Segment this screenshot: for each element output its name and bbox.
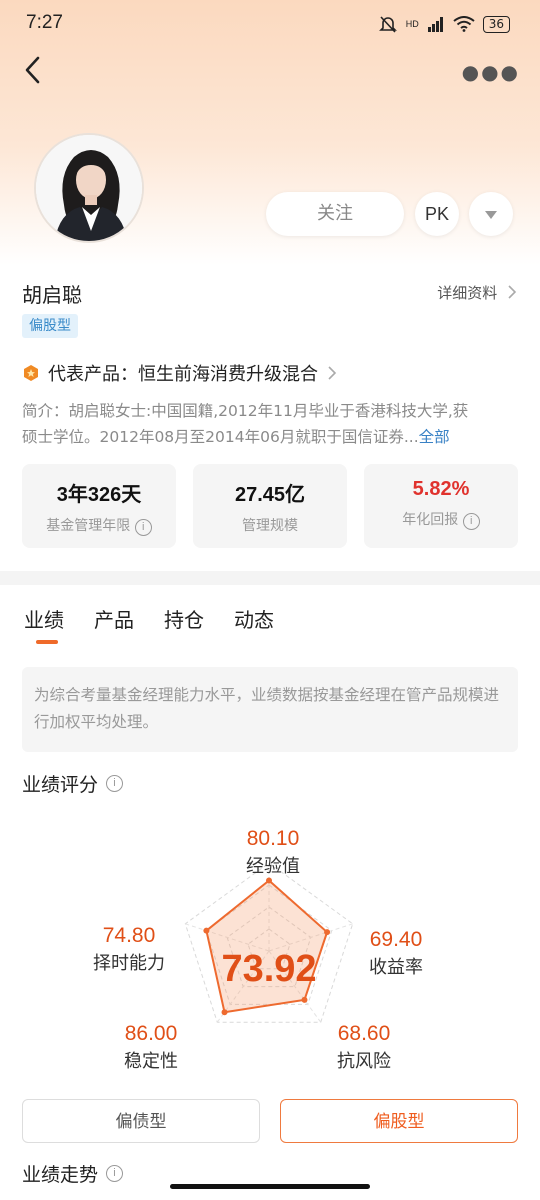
- weighting-note: 为综合考量基金经理能力水平，业绩数据按基金经理在管产品规模进行加权平均处理。: [22, 667, 518, 752]
- info-icon[interactable]: i: [106, 775, 124, 792]
- debt-type-button[interactable]: 偏债型: [22, 1099, 260, 1143]
- radar-dim-label-stability: 86.00 稳定性: [124, 1022, 178, 1072]
- back-arrow-icon[interactable]: [16, 52, 52, 88]
- radar-dim-label-risk: 68.60 抗风险: [337, 1022, 391, 1072]
- radar-dim-label-return: 69.40 收益率: [369, 928, 423, 978]
- manager-intro: 简介：胡启聪女士:中国国籍,2012年11月毕业于香港科技大学,获 硕士学位。2…: [22, 398, 522, 450]
- more-options-icon[interactable]: ●●●: [462, 60, 520, 84]
- stat-card-tenure: 3年326天 基金管理年限 i: [22, 464, 176, 548]
- chevron-right-icon: [328, 366, 337, 380]
- dim-label: 择时能力: [93, 953, 165, 974]
- dim-value: 68.60: [338, 1022, 391, 1045]
- radar-dim-label-timing: 74.80 择时能力: [93, 924, 165, 974]
- tab-holdings[interactable]: 持仓: [164, 604, 204, 633]
- radar-point: [301, 996, 308, 1003]
- dim-label: 经验值: [246, 856, 300, 877]
- status-time: 7:27: [26, 12, 63, 33]
- tab-products[interactable]: 产品: [94, 604, 134, 633]
- stat-card-aum: 27.45亿 管理规模: [193, 464, 347, 548]
- status-bar: 7:27 HD 36: [0, 0, 540, 48]
- intro-line-2: 硕士学位。2012年08月至2014年06月就职于国信证券...: [22, 428, 419, 446]
- section-divider: [0, 571, 540, 585]
- status-icons: HD 36: [378, 14, 510, 34]
- stat-value: 5.82%: [412, 478, 470, 500]
- trend-title-label: 业绩走势: [22, 1164, 99, 1186]
- dim-value: 86.00: [125, 1022, 178, 1045]
- rep-product-prefix: 代表产品：: [48, 364, 138, 385]
- follow-button[interactable]: 关注: [266, 192, 404, 236]
- radar-point: [266, 877, 272, 884]
- manager-name: 胡启聪: [22, 283, 82, 307]
- chevron-down-icon: [485, 211, 497, 219]
- equity-type-button[interactable]: 偏股型: [280, 1099, 518, 1143]
- stat-card-return: 5.82% 年化回报 i: [364, 464, 518, 548]
- stat-label: 基金管理年限: [46, 518, 131, 534]
- dim-value: 80.10: [247, 827, 300, 850]
- stat-value: 3年326天: [56, 484, 142, 506]
- home-indicator[interactable]: [170, 1184, 370, 1189]
- tab-news[interactable]: 动态: [234, 604, 274, 633]
- detail-info-label: 详细资料: [437, 284, 498, 302]
- signal-icon: [427, 17, 443, 32]
- dim-label: 稳定性: [124, 1051, 178, 1072]
- stat-label: 年化回报: [402, 512, 459, 528]
- stat-value: 27.45亿: [234, 484, 306, 506]
- total-score: 73.92: [221, 948, 316, 990]
- radar-score-area: [205, 879, 329, 1014]
- intro-more-link[interactable]: 全部: [419, 428, 450, 446]
- performance-radar-chart: 73.92 80.10 经验值 69.40 收益率 68.60 抗风险 86.0…: [93, 827, 423, 1072]
- intro-line-1: 简介：胡启聪女士:中国国籍,2012年11月毕业于香港科技大学,获: [22, 402, 469, 420]
- radar-point: [203, 927, 210, 934]
- radar-point: [324, 929, 331, 936]
- detail-info-link[interactable]: 详细资料: [437, 282, 518, 303]
- dim-label: 抗风险: [337, 1051, 391, 1072]
- tab-bar: 业绩 产品 持仓 动态: [24, 604, 274, 644]
- rep-product-name: 恒生前海消费升级混合: [138, 364, 318, 385]
- battery-indicator: 36: [482, 15, 510, 33]
- info-icon[interactable]: i: [134, 519, 152, 536]
- stat-label: 管理规模: [242, 518, 298, 534]
- radar-dim-label-experience: 80.10 经验值: [246, 827, 300, 877]
- dim-value: 69.40: [370, 928, 423, 951]
- representative-product[interactable]: 代表产品：恒生前海消费升级混合: [22, 360, 338, 386]
- dropdown-button[interactable]: [469, 192, 513, 236]
- info-icon[interactable]: i: [106, 1165, 124, 1182]
- portrait-image: [36, 135, 142, 241]
- network-label: HD: [405, 19, 419, 29]
- tab-performance[interactable]: 业绩: [24, 604, 64, 644]
- mute-icon: [378, 16, 397, 33]
- performance-score-title: 业绩评分 i: [22, 770, 124, 797]
- fund-type-tag: 偏股型: [22, 314, 78, 338]
- chevron-right-icon: [508, 285, 517, 299]
- radar-point: [221, 1009, 228, 1016]
- dim-label: 收益率: [369, 957, 423, 978]
- pk-button[interactable]: PK: [415, 192, 459, 236]
- performance-title-label: 业绩评分: [22, 774, 99, 796]
- performance-trend-title: 业绩走势 i: [22, 1160, 124, 1187]
- dim-value: 74.80: [103, 924, 156, 947]
- info-icon[interactable]: i: [462, 513, 480, 530]
- avatar: [34, 133, 144, 243]
- medal-icon: [24, 365, 38, 381]
- wifi-icon: [453, 16, 475, 32]
